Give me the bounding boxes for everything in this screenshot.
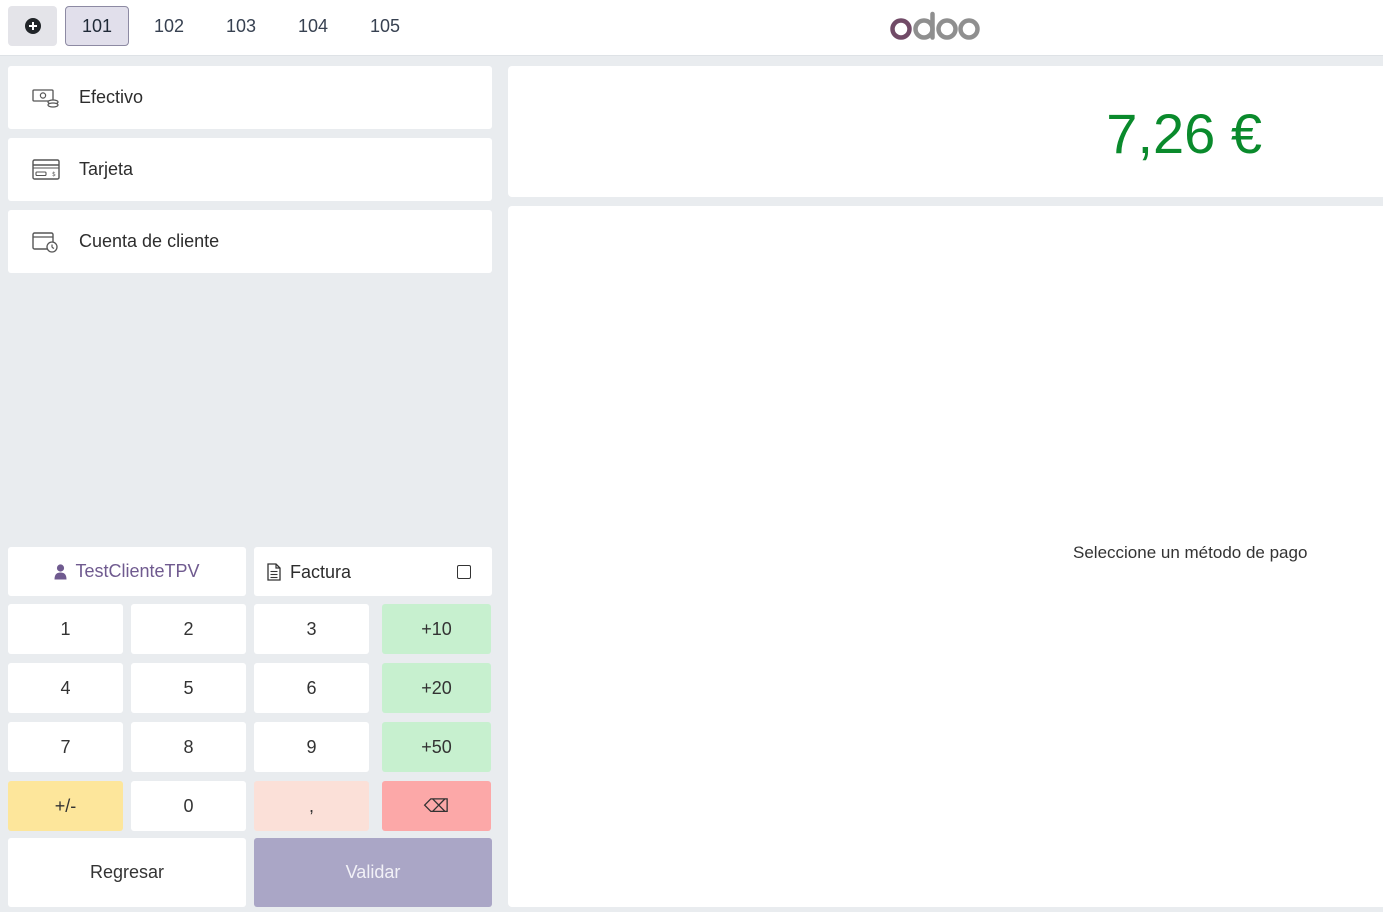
payment-total-panel: 7,26 € [508, 66, 1383, 197]
back-button[interactable]: Regresar [8, 838, 246, 907]
payment-method-label: Cuenta de cliente [79, 231, 220, 251]
plus-circle-icon [24, 18, 41, 34]
customer-account-icon [32, 232, 58, 253]
cash-icon [32, 89, 59, 108]
order-tab-103[interactable]: 103 [209, 6, 273, 46]
numpad-key-decimal[interactable]: , [254, 781, 369, 831]
order-tab-102[interactable]: 102 [137, 6, 201, 46]
new-order-button[interactable] [8, 6, 57, 46]
invoice-checkbox[interactable] [457, 565, 471, 579]
odoo-logo [890, 11, 980, 40]
top-bar: 101 102 103 104 105 [0, 0, 1383, 56]
numpad-key-6[interactable]: 6 [254, 663, 369, 713]
order-tab-105[interactable]: 105 [353, 6, 417, 46]
validate-button[interactable]: Validar [254, 838, 492, 907]
customer-button[interactable]: TestClienteTPV [8, 547, 246, 596]
invoice-label: Factura [290, 562, 352, 582]
total-amount: 7,26 € [1106, 102, 1262, 165]
payment-method-cash[interactable]: Efectivo [8, 66, 492, 129]
payment-method-label: Efectivo [79, 87, 144, 107]
numpad-key-plus50[interactable]: +50 [382, 722, 491, 772]
invoice-button[interactable]: Factura [254, 547, 492, 596]
svg-text:$: $ [52, 171, 56, 178]
numpad-key-2[interactable]: 2 [131, 604, 246, 654]
numpad-key-plus10[interactable]: +10 [382, 604, 491, 654]
order-tab-104[interactable]: 104 [281, 6, 345, 46]
card-icon: $ [32, 159, 60, 180]
select-payment-method-message: Seleccione un método de pago [1073, 543, 1308, 562]
numpad-key-0[interactable]: 0 [131, 781, 246, 831]
numpad-key-1[interactable]: 1 [8, 604, 123, 654]
customer-name: TestClienteTPV [75, 561, 200, 581]
numpad-key-9[interactable]: 9 [254, 722, 369, 772]
document-icon [267, 563, 281, 581]
numpad-key-backspace[interactable]: ⌫ [382, 781, 491, 831]
numpad-key-7[interactable]: 7 [8, 722, 123, 772]
numpad-key-sign[interactable]: +/- [8, 781, 123, 831]
payment-method-customer-account[interactable]: Cuenta de cliente [8, 210, 492, 273]
numpad-key-4[interactable]: 4 [8, 663, 123, 713]
order-tab-101[interactable]: 101 [65, 6, 129, 46]
numpad-key-5[interactable]: 5 [131, 663, 246, 713]
numpad-key-plus20[interactable]: +20 [382, 663, 491, 713]
numpad-key-3[interactable]: 3 [254, 604, 369, 654]
user-icon [54, 563, 67, 579]
numpad-key-8[interactable]: 8 [131, 722, 246, 772]
payment-method-label: Tarjeta [79, 159, 134, 179]
payment-method-card[interactable]: $ Tarjeta [8, 138, 492, 201]
payment-lines-panel: Seleccione un método de pago [508, 206, 1383, 907]
